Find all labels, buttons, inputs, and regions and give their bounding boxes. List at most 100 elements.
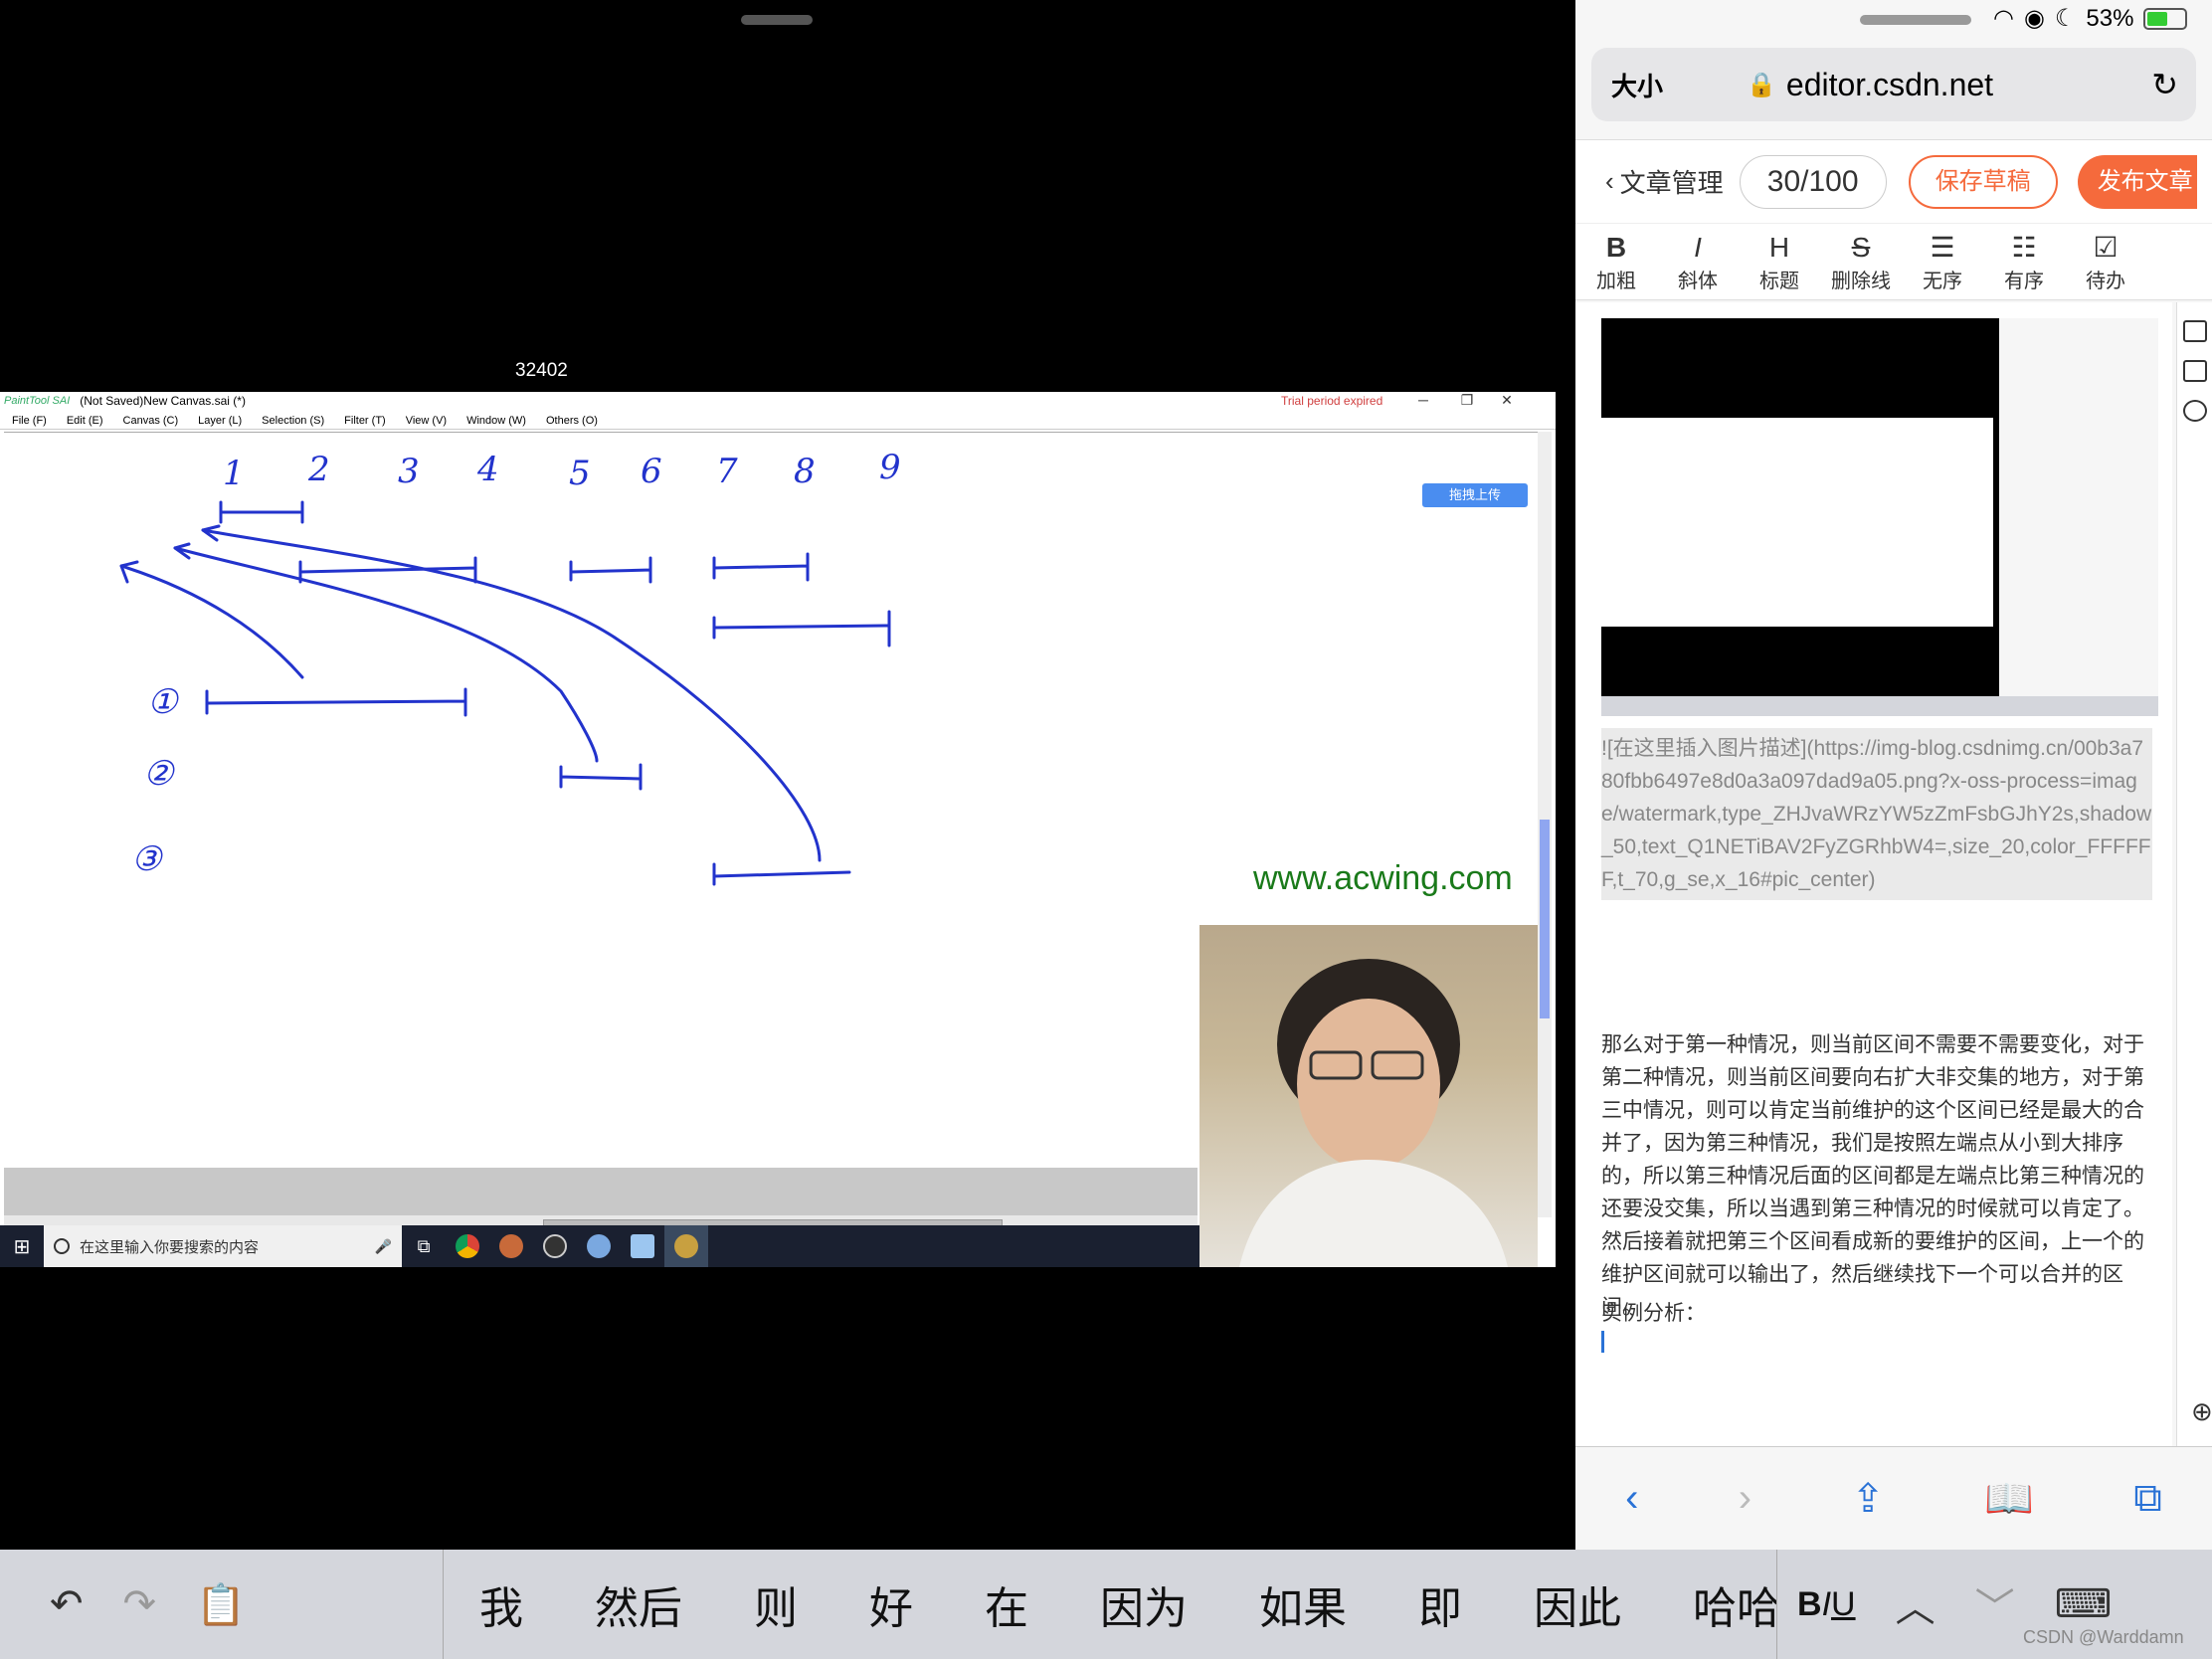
chevron-up-icon[interactable]: ︿ — [1896, 1575, 1936, 1633]
taskbar-search[interactable]: 在这里输入你要搜索的内容 🎤 — [44, 1225, 402, 1267]
chevron-left-icon: ‹ — [1605, 166, 1614, 196]
italic-button[interactable]: I 斜体 — [1657, 231, 1739, 293]
article-body: 那么对于第一种情况，则当前区间不需要不需要变化，对于第二种情况，则当前区间要向右… — [1601, 1033, 2144, 1319]
candidate-word[interactable]: 哈哈 — [1657, 1572, 1776, 1636]
text-style-button[interactable]: BIU — [1797, 1585, 1856, 1624]
battery-fill — [2147, 11, 2167, 26]
todo-icon: ☑ — [2093, 231, 2119, 263]
chrome-icon[interactable] — [446, 1225, 489, 1267]
app-icon[interactable] — [489, 1225, 533, 1267]
windows-icon[interactable]: ⊞ — [0, 1234, 44, 1259]
canvas-background — [4, 1168, 1198, 1215]
strikethrough-button[interactable]: S 删除线 — [1820, 231, 1902, 293]
strikethrough-icon: S — [1851, 231, 1871, 263]
menu-file[interactable]: File (F) — [12, 415, 47, 427]
candidate-word[interactable]: 在 — [949, 1572, 1064, 1636]
article-toolbar: ‹ 文章管理 30/100 保存草稿 发布文章 — [1575, 139, 2212, 223]
split-view-icon[interactable] — [2183, 360, 2207, 382]
editor-side-toolbar: ⊕ — [2176, 302, 2212, 1446]
ordered-list-icon: ☷ — [2011, 231, 2037, 263]
redo-icon[interactable]: ↷ — [123, 1581, 157, 1627]
markdown-editor[interactable]: ![在这里插入图片描述](https://img-blog.csdnimg.cn… — [1575, 302, 2172, 1446]
paste-icon[interactable]: 📋 — [196, 1581, 246, 1628]
number-label: 6 — [641, 452, 662, 491]
task-view-icon[interactable]: ⧉ — [402, 1225, 446, 1267]
unordered-list-button[interactable]: ☰ 无序 — [1902, 231, 1983, 293]
candidate-word[interactable]: 即 — [1382, 1572, 1498, 1636]
chevron-down-icon[interactable]: ﹀ — [1975, 1575, 2015, 1633]
circled-label: ③ — [131, 839, 163, 879]
candidate-word[interactable]: 则 — [718, 1572, 833, 1636]
menu-layer[interactable]: Layer (L) — [198, 415, 242, 427]
share-icon[interactable]: ⇪ — [1851, 1476, 1885, 1522]
text-cursor — [1601, 1331, 1604, 1353]
format-label: 删除线 — [1831, 270, 1891, 292]
screenshot-safari — [1999, 318, 2158, 696]
restore-button[interactable]: ❐ — [1452, 392, 1482, 409]
candidate-word[interactable]: 我 — [444, 1572, 559, 1636]
menu-edit[interactable]: Edit (E) — [67, 415, 103, 427]
number-label: 2 — [307, 450, 330, 489]
tabs-icon[interactable]: ⧉ — [2133, 1476, 2162, 1521]
bold-icon: B — [1605, 231, 1627, 263]
vertical-scroll-thumb[interactable] — [1540, 820, 1550, 1018]
paint-icon[interactable] — [577, 1225, 621, 1267]
keyboard-left-tools: ↶ ↷ 📋 — [0, 1550, 444, 1659]
notes-icon[interactable] — [621, 1225, 664, 1267]
menu-others[interactable]: Others (O) — [546, 415, 598, 427]
article-manage-link[interactable]: ‹ 文章管理 — [1605, 163, 1724, 200]
candidate-word[interactable]: 好 — [833, 1572, 949, 1636]
back-icon[interactable]: ‹ — [1625, 1476, 1638, 1521]
candidate-word[interactable]: 因此 — [1498, 1572, 1657, 1636]
microphone-icon[interactable]: 🎤 — [375, 1238, 392, 1255]
preview-eye-icon[interactable] — [2183, 400, 2207, 422]
layout-icon[interactable] — [2183, 320, 2207, 342]
image-markdown: ![在这里插入图片描述](https://img-blog.csdnimg.cn… — [1601, 728, 2152, 900]
forward-icon[interactable]: › — [1739, 1476, 1751, 1521]
menu-view[interactable]: View (V) — [406, 415, 447, 427]
status-bar: ◠ ◉ ☾ 53% — [1993, 4, 2188, 33]
close-button[interactable]: ✕ — [1492, 392, 1522, 409]
italic-icon: I — [1694, 231, 1702, 263]
publish-button[interactable]: 发布文章 — [2077, 154, 2197, 209]
bold-style: B — [1797, 1584, 1822, 1623]
save-draft-button[interactable]: 保存草稿 — [1908, 154, 2058, 209]
number-label: 8 — [794, 452, 816, 491]
menu-canvas[interactable]: Canvas (C) — [123, 415, 179, 427]
reload-icon[interactable]: ↻ — [2151, 66, 2178, 103]
article-manage-label: 文章管理 — [1619, 168, 1724, 198]
format-label: 加粗 — [1596, 270, 1636, 292]
candidate-word[interactable]: 然后 — [559, 1572, 718, 1636]
minimize-button[interactable]: ─ — [1408, 392, 1438, 408]
text-size-button[interactable]: 大小 — [1611, 67, 1663, 103]
sai-taskbar-icon[interactable] — [664, 1225, 708, 1267]
candidate-word[interactable]: 如果 — [1223, 1572, 1382, 1636]
keyboard-dismiss-icon[interactable]: ⌨ — [2055, 1581, 2113, 1627]
ordered-list-button[interactable]: ☷ 有序 — [1983, 231, 2065, 293]
menu-window[interactable]: Window (W) — [466, 415, 526, 427]
menu-filter[interactable]: Filter (T) — [344, 415, 386, 427]
candidate-word[interactable]: 因为 — [1064, 1572, 1223, 1636]
menu-selection[interactable]: Selection (S) — [262, 415, 324, 427]
screenshot-canvas — [1601, 418, 1993, 627]
multitask-handle[interactable] — [741, 15, 813, 25]
candidate-list: 我 然后 则 好 在 因为 如果 即 因此 哈哈 — [444, 1550, 1776, 1659]
number-label: 7 — [716, 452, 738, 491]
todo-button[interactable]: ☑ 待办 — [2065, 231, 2146, 293]
csdn-watermark: CSDN @Warddamn — [2023, 1627, 2184, 1647]
obs-icon[interactable] — [533, 1225, 577, 1267]
locate-icon[interactable]: ⊕ — [2191, 1396, 2212, 1427]
address-bar[interactable]: 大小 🔒 editor.csdn.net ↻ — [1591, 48, 2196, 121]
sai-window: PaintTool SAI (Not Saved)New Canvas.sai … — [0, 392, 1556, 1267]
lock-rotation-icon: ◉ — [2023, 5, 2045, 32]
unordered-list-icon: ☰ — [1930, 231, 1955, 263]
heading-button[interactable]: H 标题 — [1739, 231, 1820, 293]
number-label: 5 — [569, 454, 591, 493]
undo-icon[interactable]: ↶ — [50, 1581, 84, 1627]
bookmarks-icon[interactable]: 📖 — [1984, 1475, 2034, 1522]
upload-button[interactable]: 拖拽上传 — [1422, 483, 1528, 507]
bold-button[interactable]: B 加粗 — [1575, 231, 1657, 293]
video-player[interactable]: 32402 PaintTool SAI (Not Saved)New Canva… — [0, 0, 1575, 1550]
multitask-handle[interactable] — [1860, 15, 1971, 25]
number-label: 3 — [398, 452, 420, 491]
